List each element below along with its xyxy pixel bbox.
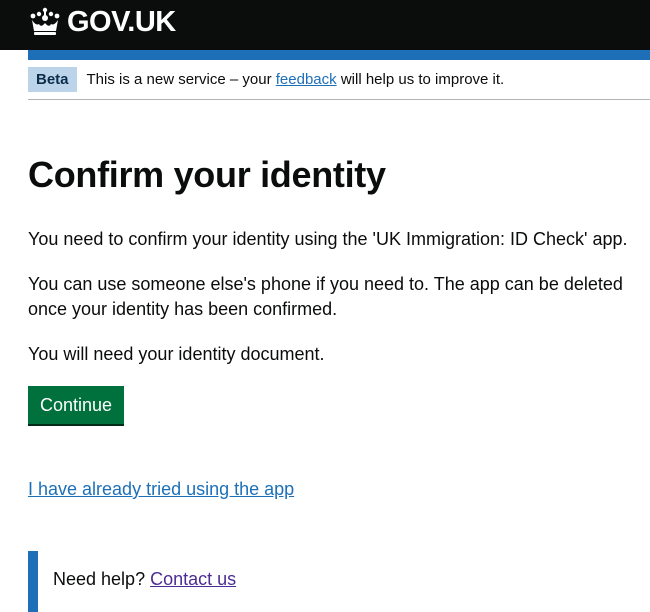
paragraph-phone-info: You can use someone else's phone if you … — [28, 274, 623, 319]
continue-button[interactable]: Continue — [28, 386, 125, 424]
site-header: GOV.UK — [0, 0, 650, 50]
header-blue-bar — [28, 50, 650, 60]
contact-us-link[interactable]: Contact us — [150, 569, 236, 589]
help-inset: Need help? Contact us — [28, 551, 328, 612]
phase-text-after: will help us to improve it. — [336, 71, 505, 88]
page-title: Confirm your identity — [28, 154, 386, 195]
phase-banner: Beta This is a new service – your feedba… — [28, 60, 650, 100]
already-tried-link[interactable]: I have already tried using the app — [28, 477, 294, 502]
govuk-logo-link[interactable]: GOV.UK — [28, 5, 176, 39]
crown-icon — [30, 7, 60, 35]
paragraph-app-info: You need to confirm your identity using … — [28, 229, 628, 249]
help-text: Need help? Contact us — [53, 567, 236, 592]
beta-tag: Beta — [28, 67, 77, 92]
phase-text-before: This is a new service – your — [86, 71, 276, 88]
help-label: Need help? — [53, 569, 151, 589]
feedback-link[interactable]: feedback — [276, 71, 337, 88]
phase-banner-text: This is a new service – your feedback wi… — [87, 71, 505, 88]
logo-text: GOV.UK — [67, 6, 176, 38]
paragraph-document-info: You will need your identity document. — [28, 344, 325, 364]
